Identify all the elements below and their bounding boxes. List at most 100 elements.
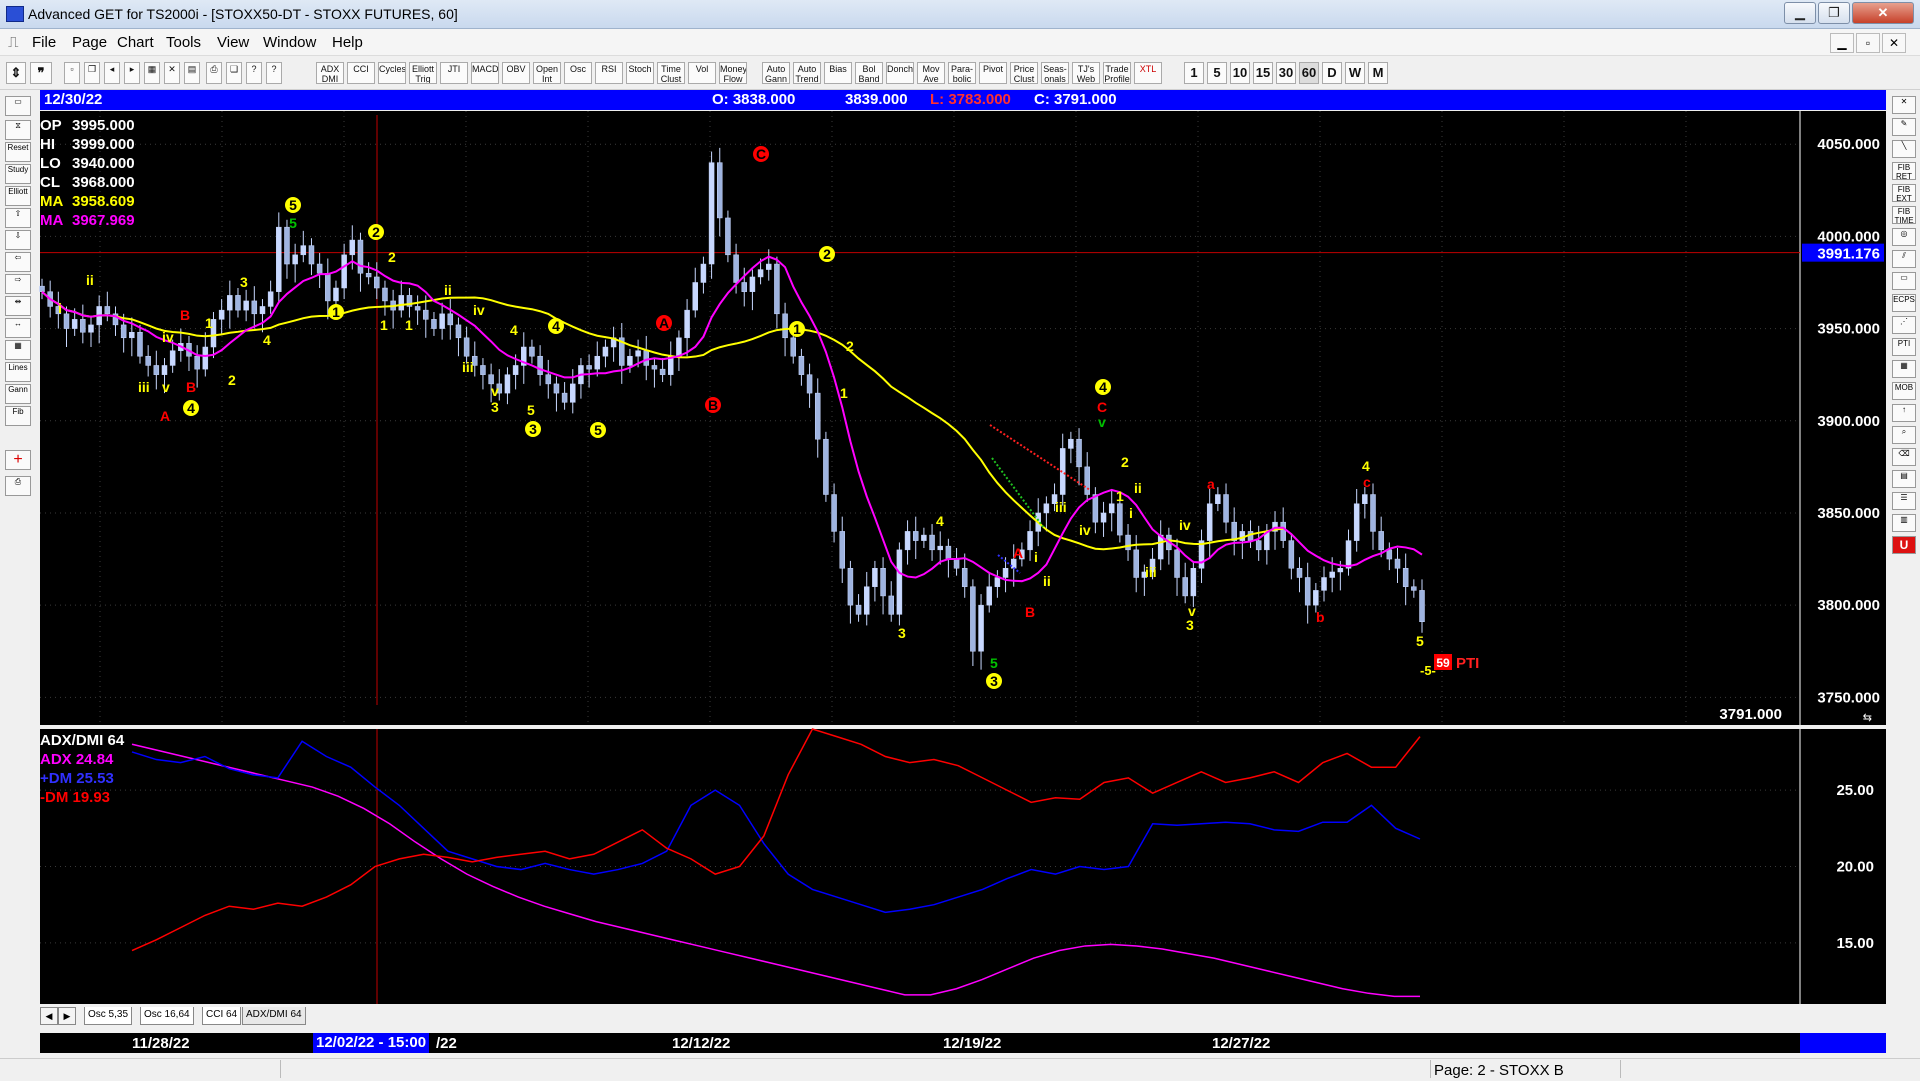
candle-body bbox=[235, 295, 241, 311]
candle-body bbox=[137, 332, 143, 357]
candle-body bbox=[1215, 494, 1221, 504]
candle-body bbox=[1386, 549, 1393, 560]
candle-body bbox=[1345, 540, 1352, 569]
candle-body bbox=[284, 226, 290, 265]
candle-body bbox=[267, 291, 274, 307]
wave-label: ii bbox=[444, 282, 452, 298]
candle-body bbox=[463, 337, 470, 357]
candle-body bbox=[357, 239, 364, 274]
wave-label: 1 bbox=[840, 385, 848, 401]
scale-icon[interactable]: ⇆ bbox=[1863, 712, 1872, 724]
price-tick-label: 3950.000 bbox=[1817, 321, 1880, 338]
candle-body bbox=[251, 300, 258, 315]
date-axis: 11/28/22 /22 12/12/22 12/19/22 12/27/22 bbox=[40, 1033, 1800, 1053]
tab-adx-dmi-64[interactable]: ADX/DMI 64 bbox=[242, 1007, 306, 1025]
candle-body bbox=[1337, 568, 1344, 573]
candle-body bbox=[1206, 503, 1213, 541]
plus-dm-legend: +DM 25.53 bbox=[40, 770, 114, 787]
candle-body bbox=[71, 319, 78, 329]
wave-label: 4 bbox=[1362, 458, 1370, 474]
candle-body bbox=[1068, 438, 1074, 449]
candle-body bbox=[831, 494, 837, 532]
wave-label: 1 bbox=[793, 321, 801, 337]
tab-cci-64[interactable]: CCI 64 bbox=[202, 1007, 242, 1025]
candle-body bbox=[586, 365, 592, 370]
tab-scroll-right-icon[interactable]: ▶ bbox=[58, 1007, 76, 1025]
cursor-date: 12/02/22 - 15:00 bbox=[313, 1033, 430, 1053]
candle-body bbox=[929, 534, 935, 551]
candle-body bbox=[194, 355, 200, 370]
candle-body bbox=[676, 337, 682, 357]
candle-body bbox=[243, 300, 249, 311]
legend-cl-value: 3968.000 bbox=[72, 174, 135, 191]
candle-body bbox=[994, 577, 1001, 587]
wave-label: 1 bbox=[380, 317, 388, 333]
legend-lo-value: 3940.000 bbox=[72, 155, 135, 172]
candle-body bbox=[1002, 568, 1009, 578]
tab-scroll-left-icon[interactable]: ◀ bbox=[40, 1007, 58, 1025]
candle-body bbox=[382, 287, 388, 302]
candle-body bbox=[292, 254, 298, 265]
tab-osc-5-35[interactable]: Osc 5,35 bbox=[84, 1007, 133, 1025]
legend-lo-label: LO bbox=[40, 155, 61, 172]
date-tick: 12/27/22 bbox=[1212, 1035, 1271, 1052]
candle-body bbox=[145, 355, 151, 366]
candle-body bbox=[545, 374, 552, 385]
candle-body bbox=[741, 282, 747, 292]
wave-label: 5 bbox=[594, 422, 602, 438]
indicator-pane[interactable] bbox=[40, 729, 1886, 1004]
candle-body bbox=[553, 383, 560, 394]
candle-body bbox=[414, 306, 421, 311]
candle-body bbox=[774, 263, 780, 315]
candle-body bbox=[169, 350, 176, 366]
candle-body bbox=[570, 383, 576, 403]
wave-label: ii bbox=[1134, 480, 1142, 496]
candle-body bbox=[814, 392, 821, 440]
price-pane[interactable] bbox=[40, 111, 1886, 725]
candle-body bbox=[153, 365, 160, 375]
wave-label: A bbox=[659, 315, 669, 331]
wave-label: 4 bbox=[263, 332, 271, 348]
wave-label: 3 bbox=[240, 274, 248, 290]
candle-body bbox=[218, 309, 225, 320]
candle-body bbox=[1411, 586, 1417, 591]
candle-body bbox=[970, 586, 976, 652]
candle-body bbox=[921, 534, 927, 541]
candle-body bbox=[749, 276, 756, 292]
candle-body bbox=[863, 586, 870, 615]
wave-label: 3 bbox=[491, 399, 499, 415]
candle-body bbox=[725, 217, 731, 256]
wave-label: 5 bbox=[1416, 633, 1424, 649]
price-tick-label: 4000.000 bbox=[1817, 228, 1880, 245]
candle-body bbox=[872, 568, 878, 587]
wave-label: A bbox=[1013, 545, 1023, 561]
wave-label: 2 bbox=[846, 338, 854, 354]
candle-body bbox=[1370, 494, 1376, 532]
candle-body bbox=[659, 368, 666, 375]
candle-body bbox=[823, 438, 829, 495]
candle-body bbox=[717, 162, 723, 219]
candle-body bbox=[423, 309, 429, 320]
wave-label: 2 bbox=[388, 249, 396, 265]
price-tick-label: 3850.000 bbox=[1817, 505, 1880, 522]
wave-label: iv bbox=[162, 329, 174, 345]
wave-label: 4 bbox=[187, 400, 195, 416]
candle-body bbox=[700, 263, 707, 283]
candle-body bbox=[1223, 494, 1229, 523]
candle-body bbox=[276, 226, 282, 292]
candle-body bbox=[855, 604, 862, 615]
candle-body bbox=[937, 545, 943, 551]
wave-label: iv bbox=[473, 302, 485, 318]
wave-label: B bbox=[186, 379, 196, 395]
candle-body bbox=[1378, 531, 1384, 551]
wave-label: a bbox=[1207, 476, 1215, 492]
date-axis-end bbox=[1800, 1033, 1886, 1053]
candle-body bbox=[684, 309, 690, 339]
wave-label: 1 bbox=[1116, 488, 1124, 504]
wave-label: iii bbox=[138, 379, 150, 395]
tab-osc-16-64[interactable]: Osc 16,64 bbox=[140, 1007, 194, 1025]
wave-label: iii bbox=[462, 359, 474, 375]
chart-area[interactable]: 3750.000 3800.000 3850.000 3900.000 3950.000… bbox=[0, 0, 1920, 1080]
candle-body bbox=[1402, 568, 1409, 587]
candle-body bbox=[1280, 521, 1286, 541]
